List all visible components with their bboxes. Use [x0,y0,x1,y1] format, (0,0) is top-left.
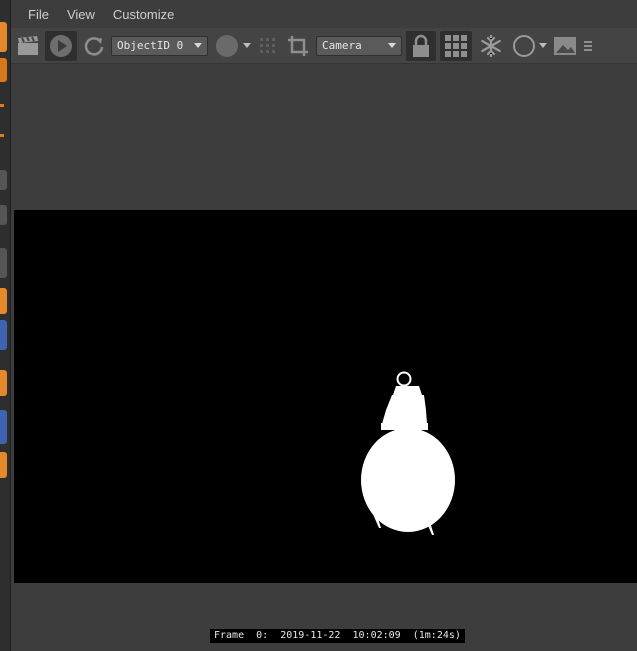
grid-button[interactable] [440,30,472,61]
play-icon [50,34,72,57]
rgb-badge-icon [215,34,238,57]
side-panel-button[interactable] [0,205,7,225]
chevron-down-icon [194,43,202,48]
grid-icon [445,34,467,57]
lock-icon [413,34,429,57]
camera-select[interactable]: Camera [316,35,402,56]
more-icon[interactable] [582,31,592,61]
side-panel-marker [0,104,4,107]
image-icon [554,36,576,55]
render-button[interactable] [15,31,41,61]
side-panel-button[interactable] [0,320,7,350]
refresh-icon [84,36,104,56]
render-time: 10:02:09 [352,630,401,641]
freeze-button[interactable] [476,31,506,61]
menu-customize[interactable]: Customize [104,0,183,30]
chevron-down-icon [388,43,396,48]
chevron-down-icon [538,43,547,48]
side-panel-button[interactable] [0,58,7,82]
frame-number: 0: [256,630,269,641]
side-panel-button[interactable] [0,248,7,278]
dot-grid-icon [260,37,275,53]
clapper-icon [18,35,38,55]
menu-view[interactable]: View [58,0,104,30]
frame-label: Frame [214,630,245,641]
side-panel-marker [0,134,4,137]
crop-button[interactable] [284,31,312,61]
side-panel-button[interactable] [0,370,7,396]
render-date: 2019-11-22 [280,630,341,641]
frame-buffer-window: File View Customize ObjectID 0 Camera Fr… [11,0,637,651]
side-panel-button[interactable] [0,170,7,190]
side-panel-strip [0,0,11,651]
side-panel-button[interactable] [0,22,7,52]
crop-icon [288,35,308,56]
channel-select-value: ObjectID 0 [117,39,184,52]
snowflake-icon [481,34,501,57]
circle-icon [512,34,535,57]
rgb-channel-button[interactable] [212,31,252,61]
object-mask-ring [396,371,412,387]
toolbar: ObjectID 0 Camera [11,28,637,64]
side-panel-button[interactable] [0,410,7,444]
arrows-icon [584,40,592,51]
channel-select[interactable]: ObjectID 0 [111,35,208,56]
object-mask-neck [402,385,406,388]
camera-select-value: Camera [322,39,362,52]
menu-file[interactable]: File [19,0,58,30]
render-image [361,371,455,535]
refresh-button[interactable] [81,31,107,61]
play-button[interactable] [45,30,77,61]
object-mask [361,386,455,535]
dot-grid-button[interactable] [256,31,280,61]
lock-button[interactable] [406,30,436,61]
render-viewport[interactable] [14,210,637,583]
image-button[interactable] [552,31,578,61]
render-duration: (1m:24s) [412,630,461,641]
region-circle-button[interactable] [510,31,548,61]
side-panel-button[interactable] [0,452,7,478]
chevron-down-icon [242,43,251,48]
menu-bar: File View Customize [11,0,637,30]
side-panel-button[interactable] [0,288,7,314]
status-bar: Frame 0: 2019-11-22 10:02:09 (1m:24s) [210,629,465,643]
